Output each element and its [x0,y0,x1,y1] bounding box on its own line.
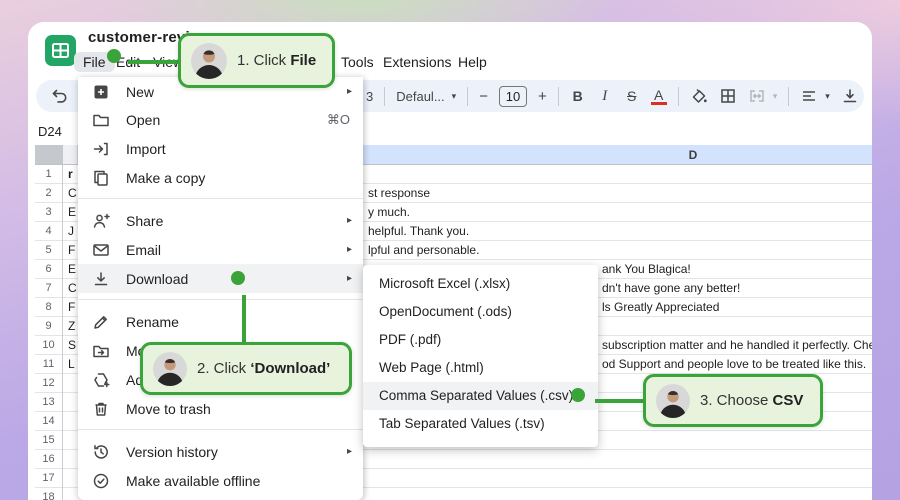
add-shortcut-icon [92,371,112,389]
toolbar-divider [384,87,385,106]
fill-color-icon[interactable] [690,87,708,105]
step1-connector-line [128,60,178,64]
increase-font-size-button[interactable]: + [538,88,547,105]
chevron-down-icon[interactable]: ▾ [773,91,778,102]
sheets-window: customer-revi File Edit View Tools Exten… [28,22,872,500]
text-color-button[interactable]: A [651,88,667,105]
menu-item-open[interactable]: Open ⌘O [78,105,363,134]
toolbar-divider [467,87,468,106]
font-size-input[interactable]: 10 [499,86,527,107]
submenu-arrow-icon: ▸ [347,273,352,284]
horizontal-align-icon[interactable] [800,87,818,105]
toolbar-divider [558,87,559,106]
italic-button[interactable]: I [597,88,613,105]
merge-cells-icon[interactable] [748,87,766,105]
menu-item-rename[interactable]: Rename [78,307,363,336]
offline-check-icon [92,472,112,490]
font-family-select[interactable]: Defaul... [396,89,444,104]
menu-item-make-a-copy[interactable]: Make a copy [78,163,363,192]
step3-callout: 3. Choose CSV [643,374,823,427]
select-all-corner[interactable] [35,145,63,164]
menu-item-share[interactable]: Share ▸ [78,206,363,235]
toolbar-divider [678,87,679,106]
vertical-align-icon[interactable] [841,87,859,105]
menu-item-download[interactable]: Download ▸ [78,264,363,293]
step2-callout: 2. Click ‘Download’ [140,342,352,395]
shortcut-label: ⌘O [327,112,350,128]
chevron-down-icon[interactable]: ▾ [825,91,830,102]
submenu-arrow-icon: ▸ [347,446,352,457]
submenu-item-pdf[interactable]: PDF (.pdf) [363,326,598,354]
step3-connector-line [595,399,643,403]
menu-item-move-to-trash[interactable]: Move to trash [78,394,363,423]
history-clock-icon [92,443,112,461]
share-person-icon [92,212,112,230]
menu-item-import[interactable]: Import [78,134,363,163]
submenu-item-html[interactable]: Web Page (.html) [363,354,598,382]
file-menu: New ▸ Open ⌘O Import Make a copy Share ▸… [78,77,363,500]
download-icon [92,270,112,288]
strikethrough-button[interactable]: S [624,88,640,104]
avatar [191,43,227,79]
new-document-icon [92,83,112,101]
step2-connector-line [242,295,246,343]
trash-icon [92,400,112,418]
step3-label: 3. Choose CSV [700,392,803,409]
menu-divider [78,198,363,199]
email-icon [92,241,112,259]
number-format-button[interactable]: 3 [366,89,373,104]
submenu-item-tsv[interactable]: Tab Separated Values (.tsv) [363,410,598,438]
toolbar-divider [788,87,789,106]
menu-item-make-available-offline[interactable]: Make available offline [78,466,363,495]
step2-marker-dot [231,271,245,285]
menu-help[interactable]: Help [458,52,487,72]
bold-button[interactable]: B [570,88,586,104]
step1-label: 1. Click File [237,52,316,69]
cell-name-box[interactable]: D24 [38,124,62,139]
avatar [153,352,187,386]
menu-item-version-history[interactable]: Version history ▸ [78,437,363,466]
menu-item-email[interactable]: Email ▸ [78,235,363,264]
menu-tools[interactable]: Tools [341,52,374,72]
menu-extensions[interactable]: Extensions [383,52,451,72]
document-title[interactable]: customer-revi [88,29,190,46]
undo-icon[interactable] [50,86,70,106]
menu-divider [78,429,363,430]
menu-divider [78,299,363,300]
import-icon [92,140,112,158]
borders-icon[interactable] [719,87,737,105]
submenu-arrow-icon: ▸ [347,86,352,97]
pencil-icon [92,313,112,331]
copy-icon [92,169,112,187]
step3-marker-dot [571,388,585,402]
submenu-arrow-icon: ▸ [347,244,352,255]
column-a-header[interactable] [63,145,78,164]
step2-label: 2. Click ‘Download’ [197,360,330,377]
step1-callout: 1. Click File [178,33,335,88]
chevron-down-icon[interactable]: ▾ [452,91,457,102]
submenu-item-ods[interactable]: OpenDocument (.ods) [363,298,598,326]
step1-marker-dot [107,49,121,63]
folder-icon [92,111,112,129]
avatar [656,384,690,418]
decrease-font-size-button[interactable]: − [479,88,488,105]
submenu-arrow-icon: ▸ [347,215,352,226]
move-folder-icon [92,342,112,360]
submenu-item-xlsx[interactable]: Microsoft Excel (.xlsx) [363,270,598,298]
download-submenu: Microsoft Excel (.xlsx) OpenDocument (.o… [363,265,598,447]
submenu-item-csv[interactable]: Comma Separated Values (.csv) [363,382,598,410]
